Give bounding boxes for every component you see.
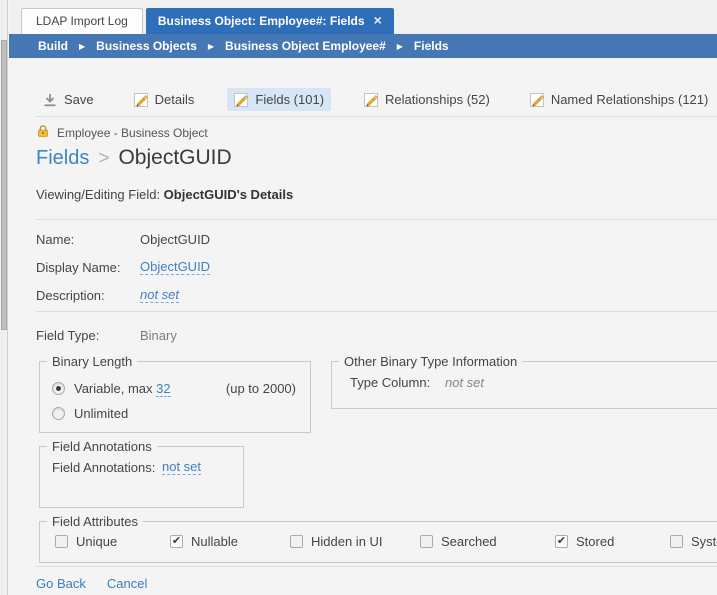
field-name-title: ObjectGUID bbox=[118, 146, 232, 169]
title-separator: > bbox=[98, 148, 110, 169]
system-checkbox-item: System bbox=[670, 534, 717, 549]
hidden-in-ui-checkbox-item: Hidden in UI bbox=[290, 534, 383, 549]
unlimited-option: Unlimited bbox=[52, 401, 300, 426]
details-label: Details bbox=[154, 92, 195, 107]
other-binary-legend: Other Binary Type Information bbox=[339, 354, 523, 369]
section-separator bbox=[36, 219, 717, 220]
breadcrumb-item-build[interactable]: Build bbox=[38, 39, 68, 53]
name-value: ObjectGUID bbox=[140, 231, 211, 247]
field-annotations-edit-link[interactable]: not set bbox=[162, 459, 202, 475]
left-scrollbar-thumb[interactable] bbox=[1, 40, 7, 330]
searched-checkbox[interactable] bbox=[420, 535, 433, 548]
save-label: Save bbox=[64, 92, 94, 107]
details-button[interactable]: Details bbox=[127, 88, 202, 111]
display-name-label: Display Name: bbox=[36, 259, 121, 275]
field-attributes-fieldset: Field Attributes Unique ✔ Nullable Hidde… bbox=[39, 514, 717, 563]
fields-button[interactable]: Fields (101) bbox=[227, 88, 332, 111]
section-separator bbox=[36, 311, 717, 312]
breadcrumb-item-business-object-employee[interactable]: Business Object Employee# bbox=[225, 39, 386, 53]
relationships-button[interactable]: Relationships (52) bbox=[357, 88, 497, 111]
edit-pencil-icon bbox=[529, 92, 544, 107]
unique-checkbox-item: Unique bbox=[55, 534, 117, 549]
footer-separator bbox=[36, 566, 717, 567]
variable-max-label: Variable, max bbox=[74, 381, 157, 396]
edit-pencil-icon bbox=[133, 92, 148, 107]
breadcrumb-arrow-icon: ▶ bbox=[207, 41, 215, 51]
system-checkbox[interactable] bbox=[670, 535, 683, 548]
toolbar: Save Details Fields (101) Relationships … bbox=[36, 88, 717, 111]
toolbar-separator bbox=[36, 116, 717, 117]
description-label: Description: bbox=[36, 287, 105, 303]
main-content: Save Details Fields (101) Relationships … bbox=[9, 58, 717, 595]
searched-label: Searched bbox=[441, 534, 497, 549]
system-label: System bbox=[691, 534, 717, 549]
breadcrumb-item-fields[interactable]: Fields bbox=[414, 39, 449, 53]
nullable-label: Nullable bbox=[191, 534, 238, 549]
save-icon bbox=[43, 93, 57, 107]
description-row: Description: not set bbox=[36, 281, 717, 309]
breadcrumb-arrow-icon: ▶ bbox=[79, 41, 86, 51]
breadcrumb: Build ▶ Business Objects ▶ Business Obje… bbox=[9, 34, 717, 58]
up-to-hint: (up to 2000) bbox=[225, 381, 296, 396]
viewing-editing-line: Viewing/Editing Field: ObjectGUID's Deta… bbox=[36, 187, 294, 202]
tab-business-object-fields[interactable]: Business Object: Employee#: Fields × bbox=[145, 8, 394, 34]
object-label: Employee - Business Object bbox=[57, 125, 208, 140]
display-name-edit-link[interactable]: ObjectGUID bbox=[140, 259, 211, 275]
variable-max-radio[interactable] bbox=[52, 382, 65, 395]
go-back-link[interactable]: Go Back bbox=[36, 576, 86, 591]
fields-breadcrumb-link[interactable]: Fields bbox=[36, 147, 89, 170]
cancel-link[interactable]: Cancel bbox=[107, 576, 147, 591]
page-title: Fields > ObjectGUID bbox=[36, 146, 717, 170]
tab-close-icon[interactable]: × bbox=[374, 8, 382, 33]
unique-label: Unique bbox=[76, 534, 118, 549]
named-relationships-button[interactable]: Named Relationships (121) bbox=[523, 88, 716, 111]
tab-label: Business Object: Employee#: Fields bbox=[157, 14, 365, 28]
variable-max-option: Variable, max 32 (up to 2000) bbox=[52, 376, 300, 401]
max-length-edit-link[interactable]: 32 bbox=[156, 381, 171, 397]
unlimited-radio[interactable] bbox=[52, 407, 65, 420]
edit-pencil-icon bbox=[234, 92, 249, 107]
stored-label: Stored bbox=[576, 534, 615, 549]
display-name-row: Display Name: ObjectGUID bbox=[36, 253, 717, 281]
edit-pencil-icon bbox=[364, 92, 379, 107]
type-column-label: Type Column: bbox=[350, 375, 431, 390]
unlimited-label: Unlimited bbox=[74, 406, 129, 421]
type-column-row: Type Column: not set bbox=[350, 375, 717, 390]
relationships-label: Relationships (52) bbox=[385, 92, 490, 107]
app-window: LDAP Import Log Business Object: Employe… bbox=[0, 0, 717, 595]
field-type-value: Binary bbox=[140, 327, 177, 343]
tab-strip: LDAP Import Log Business Object: Employe… bbox=[9, 0, 717, 34]
unique-checkbox[interactable] bbox=[55, 535, 68, 548]
breadcrumb-arrow-icon: ▶ bbox=[396, 41, 403, 51]
nullable-checkbox[interactable]: ✔ bbox=[170, 535, 183, 548]
save-button[interactable]: Save bbox=[36, 88, 101, 111]
searched-checkbox-item: Searched bbox=[420, 534, 497, 549]
binary-length-fieldset: Binary Length Variable, max 32 (up to 20… bbox=[39, 354, 311, 433]
nullable-checkbox-item: ✔ Nullable bbox=[170, 534, 238, 549]
lock-icon bbox=[36, 124, 50, 141]
stored-checkbox-item: ✔ Stored bbox=[555, 534, 614, 549]
field-type-label: Field Type: bbox=[36, 327, 100, 343]
field-annotations-label: Field Annotations: bbox=[52, 460, 156, 475]
left-scrollbar[interactable] bbox=[0, 0, 8, 595]
name-row: Name: ObjectGUID bbox=[36, 225, 717, 253]
hidden-in-ui-label: Hidden in UI bbox=[311, 534, 383, 549]
other-binary-fieldset: Other Binary Type Information Type Colum… bbox=[331, 354, 717, 409]
field-annotations-legend: Field Annotations bbox=[47, 439, 157, 454]
named-relationships-label: Named Relationships (121) bbox=[550, 92, 709, 107]
fields-label: Fields (101) bbox=[255, 92, 325, 107]
binary-length-legend: Binary Length bbox=[47, 354, 138, 369]
field-type-row: Field Type: Binary bbox=[36, 321, 717, 349]
field-annotations-fieldset: Field Annotations Field Annotations: not… bbox=[39, 439, 244, 508]
stored-checkbox[interactable]: ✔ bbox=[555, 535, 568, 548]
name-label: Name: bbox=[36, 231, 75, 247]
tab-ldap-import-log[interactable]: LDAP Import Log bbox=[21, 8, 143, 34]
description-edit-link[interactable]: not set bbox=[140, 287, 180, 303]
breadcrumb-item-business-objects[interactable]: Business Objects bbox=[96, 39, 197, 53]
hidden-in-ui-checkbox[interactable] bbox=[290, 535, 303, 548]
type-column-value: not set bbox=[445, 375, 485, 390]
